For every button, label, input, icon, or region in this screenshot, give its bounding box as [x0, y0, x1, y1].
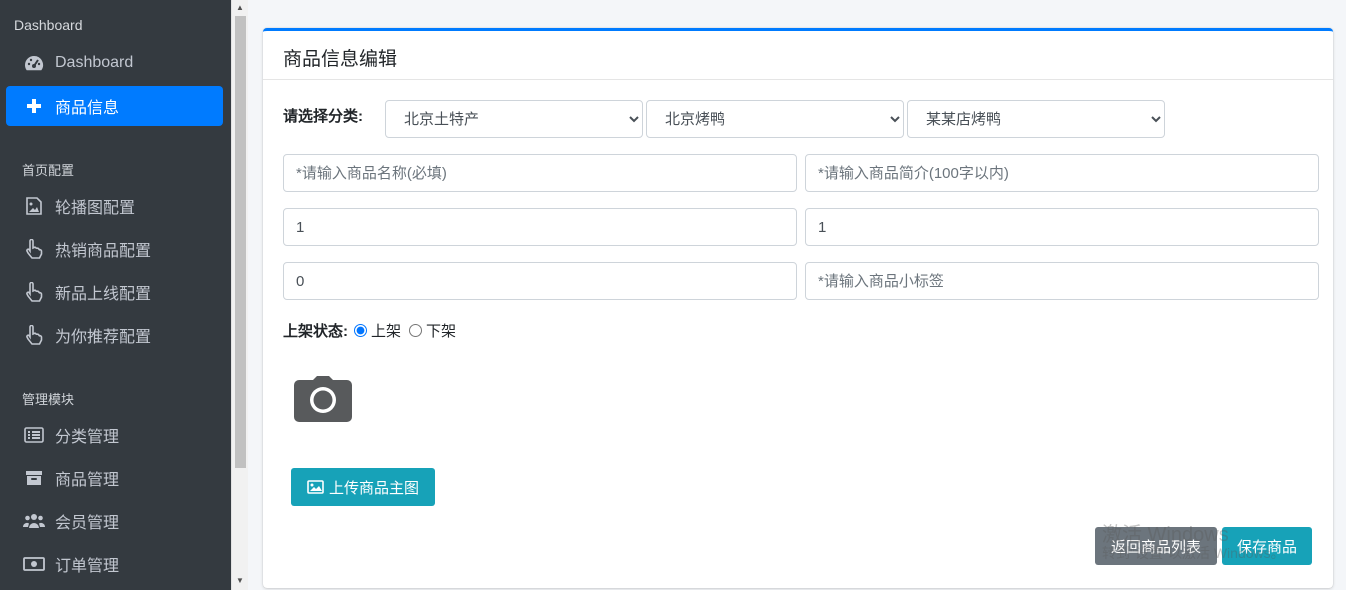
status-label: 上架状态:	[283, 323, 348, 340]
tachometer-icon	[23, 53, 45, 73]
status-on-radio[interactable]: 上架	[354, 320, 401, 341]
category-level2-select[interactable]: 北京烤鸭	[646, 100, 904, 138]
scroll-down-arrow-icon[interactable]: ▼	[236, 576, 244, 585]
product-number-input-2[interactable]	[805, 208, 1319, 246]
sidebar-item-label: 新品上线配置	[55, 286, 152, 303]
product-edit-card: 商品信息编辑 请选择分类: 北京土特产 北京烤鸭 某某店烤鸭 上架状态: 上架 …	[263, 28, 1333, 588]
section-home-config: 首页配置	[22, 163, 75, 178]
product-tag-input[interactable]	[805, 262, 1319, 300]
sidebar-item-members[interactable]: 会员管理	[6, 501, 223, 541]
sidebar-item-label: 订单管理	[55, 558, 120, 575]
sidebar-item-label: 会员管理	[55, 515, 120, 532]
product-number-input-3[interactable]	[283, 262, 797, 300]
camera-icon[interactable]	[294, 376, 352, 427]
hand-pointer-icon	[23, 325, 45, 345]
category-label: 请选择分类:	[283, 108, 363, 125]
users-icon	[23, 511, 45, 531]
upload-button-label: 上传商品主图	[328, 479, 419, 497]
scroll-up-arrow-icon[interactable]: ▲	[236, 3, 244, 12]
status-on-radio-input[interactable]	[354, 324, 367, 337]
card-title: 商品信息编辑	[263, 31, 1333, 80]
status-row: 上架状态: 上架 下架	[283, 320, 464, 341]
sidebar-item-product-info[interactable]: 商品信息	[6, 86, 223, 126]
sidebar-item-categories[interactable]: 分类管理	[6, 415, 223, 455]
list-icon	[23, 425, 45, 445]
sidebar-item-products[interactable]: 商品管理	[6, 458, 223, 498]
hand-pointer-icon	[23, 282, 45, 302]
sidebar-item-new-products[interactable]: 新品上线配置	[6, 272, 223, 312]
sidebar-item-label: 商品管理	[55, 472, 120, 489]
back-to-list-button[interactable]: 返回商品列表	[1095, 527, 1217, 565]
category-level1-select[interactable]: 北京土特产	[385, 100, 643, 138]
image-icon	[307, 480, 324, 494]
sidebar-item-dashboard[interactable]: Dashboard	[6, 43, 223, 83]
save-button-label: 保存商品	[1236, 538, 1297, 556]
sidebar: Dashboard Dashboard 商品信息 首页配置 轮播图配置 热销商品…	[0, 0, 231, 590]
sidebar-item-hot-products[interactable]: 热销商品配置	[6, 229, 223, 269]
category-level3-select[interactable]: 某某店烤鸭	[907, 100, 1165, 138]
upload-main-image-button[interactable]: 上传商品主图	[291, 468, 435, 506]
product-intro-input[interactable]	[805, 154, 1319, 192]
status-off-radio[interactable]: 下架	[409, 320, 456, 341]
sidebar-item-label: 分类管理	[55, 429, 120, 446]
sidebar-item-label: 商品信息	[55, 100, 120, 117]
money-icon	[23, 554, 45, 574]
sidebar-item-recommend[interactable]: 为你推荐配置	[6, 315, 223, 355]
sidebar-item-label: 为你推荐配置	[55, 329, 152, 346]
sidebar-item-label: Dashboard	[55, 54, 134, 71]
sidebar-item-carousel[interactable]: 轮播图配置	[6, 186, 223, 226]
status-on-label: 上架	[371, 323, 402, 340]
back-button-label: 返回商品列表	[1110, 538, 1201, 556]
image-icon	[23, 196, 45, 216]
status-off-radio-input[interactable]	[409, 324, 423, 337]
save-product-button[interactable]: 保存商品	[1222, 527, 1312, 565]
sidebar-item-label: 轮播图配置	[55, 200, 136, 217]
sidebar-item-label: 热销商品配置	[55, 243, 152, 260]
product-number-input-1[interactable]	[283, 208, 797, 246]
plus-icon	[23, 96, 45, 116]
section-management: 管理模块	[22, 392, 75, 407]
product-name-input[interactable]	[283, 154, 797, 192]
hand-pointer-icon	[23, 239, 45, 259]
scrollbar-thumb[interactable]	[235, 16, 246, 468]
sidebar-header: Dashboard	[14, 17, 83, 33]
status-off-label: 下架	[426, 323, 457, 340]
archive-icon	[23, 468, 45, 488]
sidebar-item-orders[interactable]: 订单管理	[6, 544, 223, 584]
sidebar-scrollbar[interactable]: ▲ ▼	[231, 0, 248, 590]
